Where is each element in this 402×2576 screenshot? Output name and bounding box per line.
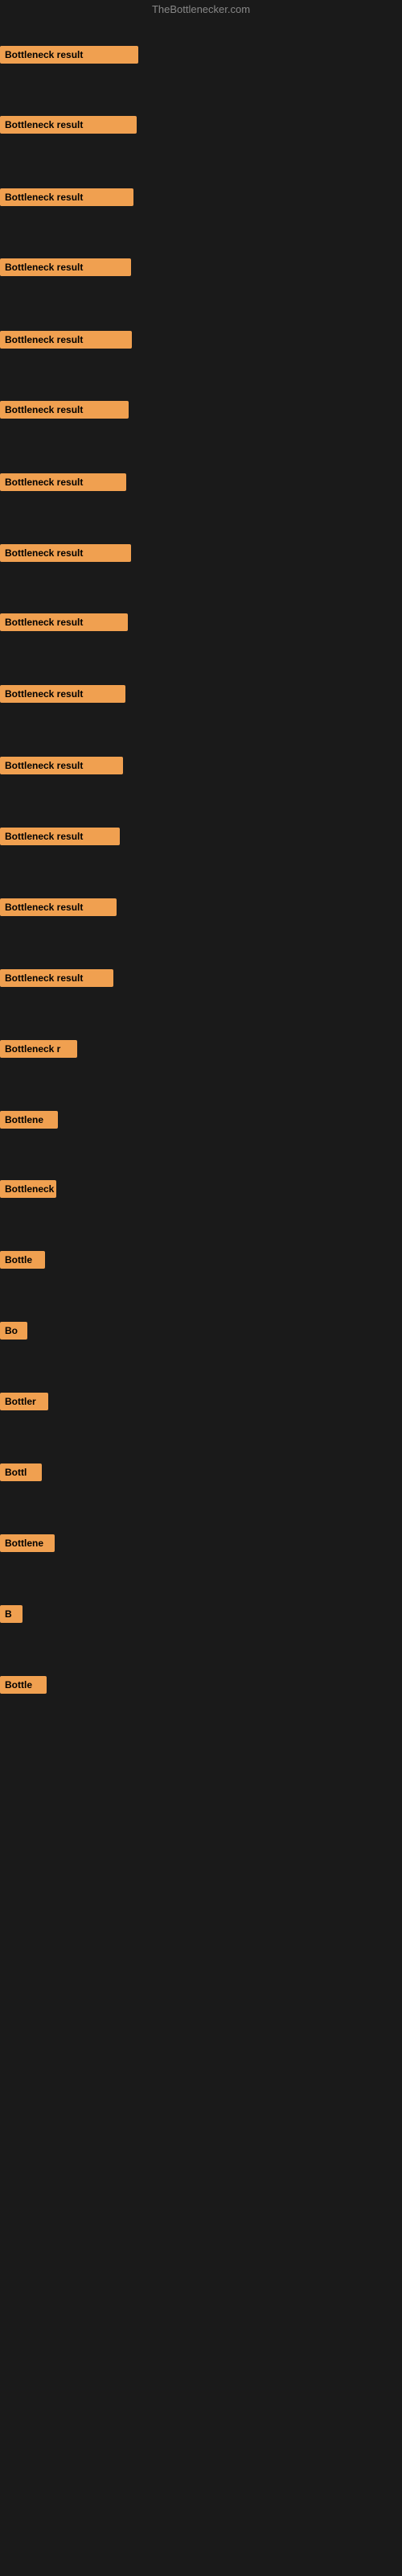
bottleneck-result-badge[interactable]: Bottleneck result [0, 401, 129, 419]
bottleneck-result-badge[interactable]: Bottle [0, 1251, 45, 1269]
bottleneck-result-badge[interactable]: Bottlene [0, 1534, 55, 1552]
bottleneck-result-badge[interactable]: Bottl [0, 1463, 42, 1481]
bottleneck-result-badge[interactable]: Bottleneck result [0, 828, 120, 845]
bottleneck-result-badge[interactable]: Bottlene [0, 1111, 58, 1129]
bottleneck-result-badge[interactable]: Bottleneck result [0, 969, 113, 987]
bottleneck-result-badge[interactable]: Bottleneck r [0, 1040, 77, 1058]
bottleneck-result-badge[interactable]: Bo [0, 1322, 27, 1340]
bottleneck-result-badge[interactable]: Bottleneck result [0, 544, 131, 562]
bottleneck-result-badge[interactable]: Bottleneck result [0, 116, 137, 134]
bottleneck-result-badge[interactable]: Bottleneck result [0, 613, 128, 631]
bottleneck-result-badge[interactable]: Bottle [0, 1676, 47, 1694]
bottleneck-result-badge[interactable]: Bottleneck result [0, 898, 117, 916]
bottleneck-result-badge[interactable]: B [0, 1605, 23, 1623]
bottleneck-result-badge[interactable]: Bottleneck [0, 1180, 56, 1198]
bottleneck-result-badge[interactable]: Bottleneck result [0, 188, 133, 206]
bottleneck-result-badge[interactable]: Bottleneck result [0, 685, 125, 703]
bottleneck-result-badge[interactable]: Bottleneck result [0, 258, 131, 276]
bottleneck-result-badge[interactable]: Bottleneck result [0, 331, 132, 349]
bottleneck-result-badge[interactable]: Bottleneck result [0, 473, 126, 491]
bottleneck-result-badge[interactable]: Bottler [0, 1393, 48, 1410]
bottleneck-result-badge[interactable]: Bottleneck result [0, 46, 138, 64]
bottleneck-result-badge[interactable]: Bottleneck result [0, 757, 123, 774]
site-title: TheBottlenecker.com [0, 0, 402, 19]
